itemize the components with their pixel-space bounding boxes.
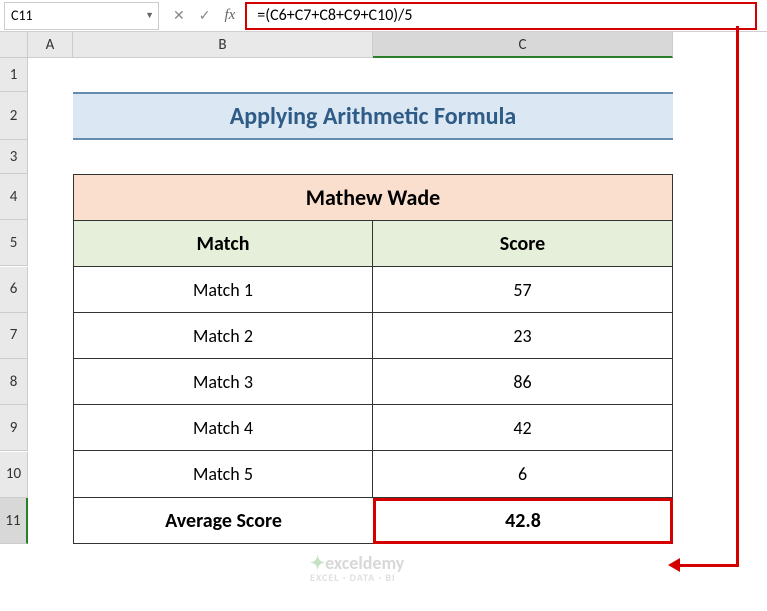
cell-a9[interactable] (28, 405, 73, 451)
callout-arrow-horizontal (677, 564, 739, 567)
formula-controls: ✕ ✓ fx (163, 7, 245, 24)
player-name: Mathew Wade (306, 184, 441, 211)
average-row: Average Score 42.8 (73, 498, 673, 544)
name-box-value: C11 (11, 7, 33, 24)
cell-a2[interactable] (28, 92, 73, 140)
enter-icon[interactable]: ✓ (199, 7, 211, 24)
row-header-11[interactable]: 11 (0, 498, 28, 544)
formula-bar: C11 ▼ ✕ ✓ fx =(C6+C7+C8+C9+C10)/5 (0, 0, 767, 32)
col-header-b[interactable]: B (73, 32, 373, 58)
col-header-a[interactable]: A (28, 32, 73, 58)
cell-a4[interactable] (28, 174, 73, 220)
cell-b3[interactable] (73, 140, 373, 174)
match-cell-5[interactable]: Match 5 (74, 451, 373, 497)
select-all-corner[interactable] (0, 32, 28, 58)
title-cell[interactable]: Applying Arithmetic Formula (73, 92, 673, 140)
formula-input[interactable]: =(C6+C7+C8+C9+C10)/5 (245, 2, 757, 30)
average-value-cell[interactable]: 42.8 (373, 498, 673, 544)
row-header-10[interactable]: 10 (0, 452, 28, 498)
average-label: Average Score (165, 509, 282, 533)
match-cell-3[interactable]: Match 3 (74, 359, 373, 405)
score-cell-3[interactable]: 86 (373, 359, 672, 405)
fx-icon[interactable]: fx (224, 7, 235, 24)
row-header-6[interactable]: 6 (0, 267, 28, 313)
title-text: Applying Arithmetic Formula (230, 102, 517, 131)
match-cell-1[interactable]: Match 1 (74, 267, 373, 313)
dropdown-icon[interactable]: ▼ (145, 10, 154, 21)
player-header[interactable]: Mathew Wade (74, 175, 672, 221)
cell-c1[interactable] (373, 58, 673, 92)
row-header-4[interactable]: 4 (0, 174, 28, 220)
score-cell-2[interactable]: 23 (373, 313, 672, 359)
score-cell-4[interactable]: 42 (373, 405, 672, 451)
cell-c3[interactable] (373, 140, 673, 174)
row-header-3[interactable]: 3 (0, 140, 28, 174)
cell-a7[interactable] (28, 313, 73, 359)
row-header-8[interactable]: 8 (0, 359, 28, 405)
cancel-icon[interactable]: ✕ (173, 7, 185, 24)
row-header-1[interactable]: 1 (0, 58, 28, 92)
spreadsheet-grid: A B C 1 2 Applying Arithmetic Formula 3 … (0, 32, 767, 544)
average-label-cell[interactable]: Average Score (73, 498, 373, 544)
watermark: ✦exceldemy EXCEL · DATA · BI (310, 552, 404, 584)
cell-a11[interactable] (28, 498, 73, 544)
cell-b1[interactable] (73, 58, 373, 92)
name-box[interactable]: C11 ▼ (4, 2, 159, 30)
score-header[interactable]: Score (373, 221, 672, 267)
match-cell-2[interactable]: Match 2 (74, 313, 373, 359)
cell-a1[interactable] (28, 58, 73, 92)
cell-a5[interactable] (28, 220, 73, 266)
cell-a6[interactable] (28, 267, 73, 313)
score-cell-5[interactable]: 6 (373, 451, 672, 497)
cell-a3[interactable] (28, 140, 73, 174)
col-header-c[interactable]: C (373, 32, 673, 58)
score-cell-1[interactable]: 57 (373, 267, 672, 313)
cell-a8[interactable] (28, 359, 73, 405)
callout-arrow-head-icon (668, 558, 680, 572)
average-value: 42.8 (505, 509, 541, 533)
row-header-5[interactable]: 5 (0, 220, 28, 266)
callout-arrow-vertical (736, 26, 739, 566)
formula-text: =(C6+C7+C8+C9+C10)/5 (257, 6, 412, 25)
match-header[interactable]: Match (74, 221, 373, 267)
match-cell-4[interactable]: Match 4 (74, 405, 373, 451)
row-header-7[interactable]: 7 (0, 313, 28, 359)
data-table: Mathew Wade Match Score Match 1 57 Match… (73, 174, 673, 498)
cell-a10[interactable] (28, 452, 73, 498)
row-header-9[interactable]: 9 (0, 405, 28, 451)
row-header-2[interactable]: 2 (0, 92, 28, 140)
